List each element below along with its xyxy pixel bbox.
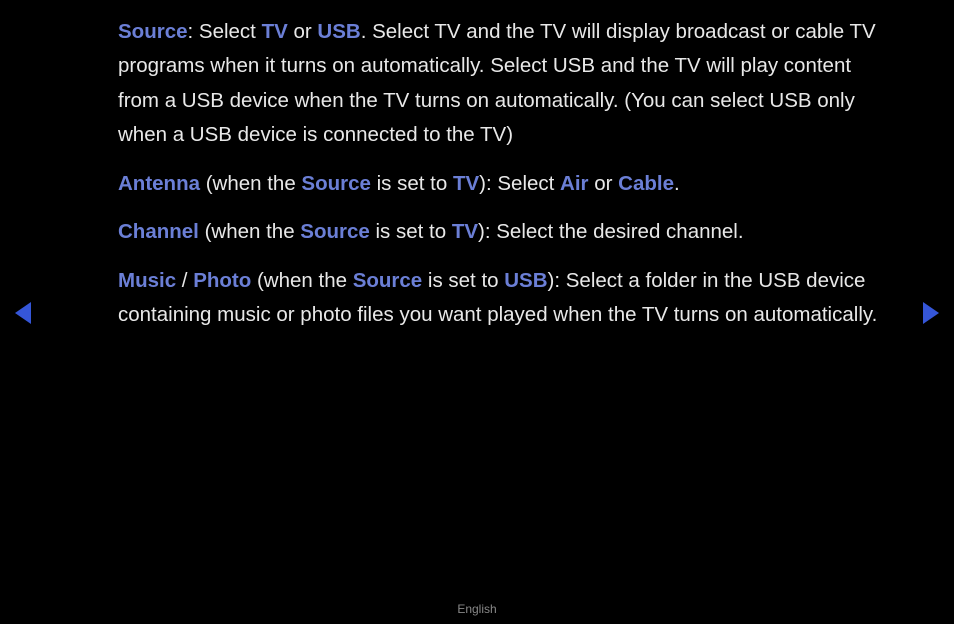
text: is set to xyxy=(371,172,453,195)
keyword-source: Source xyxy=(301,172,371,195)
text: / xyxy=(176,269,193,292)
keyword-source: Source xyxy=(118,20,188,43)
keyword-usb: USB xyxy=(317,20,360,43)
text: or xyxy=(288,20,318,43)
text: is set to xyxy=(370,220,452,243)
keyword-tv: TV xyxy=(452,220,478,243)
text: ): Select xyxy=(479,172,560,195)
text: : Select xyxy=(188,20,262,43)
text: or xyxy=(589,172,619,195)
text: (when the xyxy=(200,172,301,195)
keyword-source: Source xyxy=(353,269,423,292)
keyword-channel: Channel xyxy=(118,220,199,243)
text: is set to xyxy=(422,269,504,292)
text: (when the xyxy=(251,269,352,292)
text: ): Select the desired channel. xyxy=(478,220,744,243)
keyword-tv: TV xyxy=(453,172,479,195)
keyword-tv: TV xyxy=(262,20,288,43)
previous-page-arrow-icon[interactable] xyxy=(15,302,31,324)
paragraph-antenna: Antenna (when the Source is set to TV): … xyxy=(118,167,878,201)
paragraph-music-photo: Music / Photo (when the Source is set to… xyxy=(118,264,878,333)
manual-text-content: Source: Select TV or USB. Select TV and … xyxy=(118,15,878,347)
language-footer: English xyxy=(0,602,954,616)
next-page-arrow-icon[interactable] xyxy=(923,302,939,324)
keyword-cable: Cable xyxy=(618,172,674,195)
keyword-usb: USB xyxy=(504,269,547,292)
keyword-antenna: Antenna xyxy=(118,172,200,195)
keyword-air: Air xyxy=(560,172,588,195)
keyword-photo: Photo xyxy=(193,269,251,292)
keyword-source: Source xyxy=(300,220,370,243)
paragraph-channel: Channel (when the Source is set to TV): … xyxy=(118,215,878,249)
text: (when the xyxy=(199,220,300,243)
text: . xyxy=(674,172,680,195)
keyword-music: Music xyxy=(118,269,176,292)
paragraph-source: Source: Select TV or USB. Select TV and … xyxy=(118,15,878,153)
